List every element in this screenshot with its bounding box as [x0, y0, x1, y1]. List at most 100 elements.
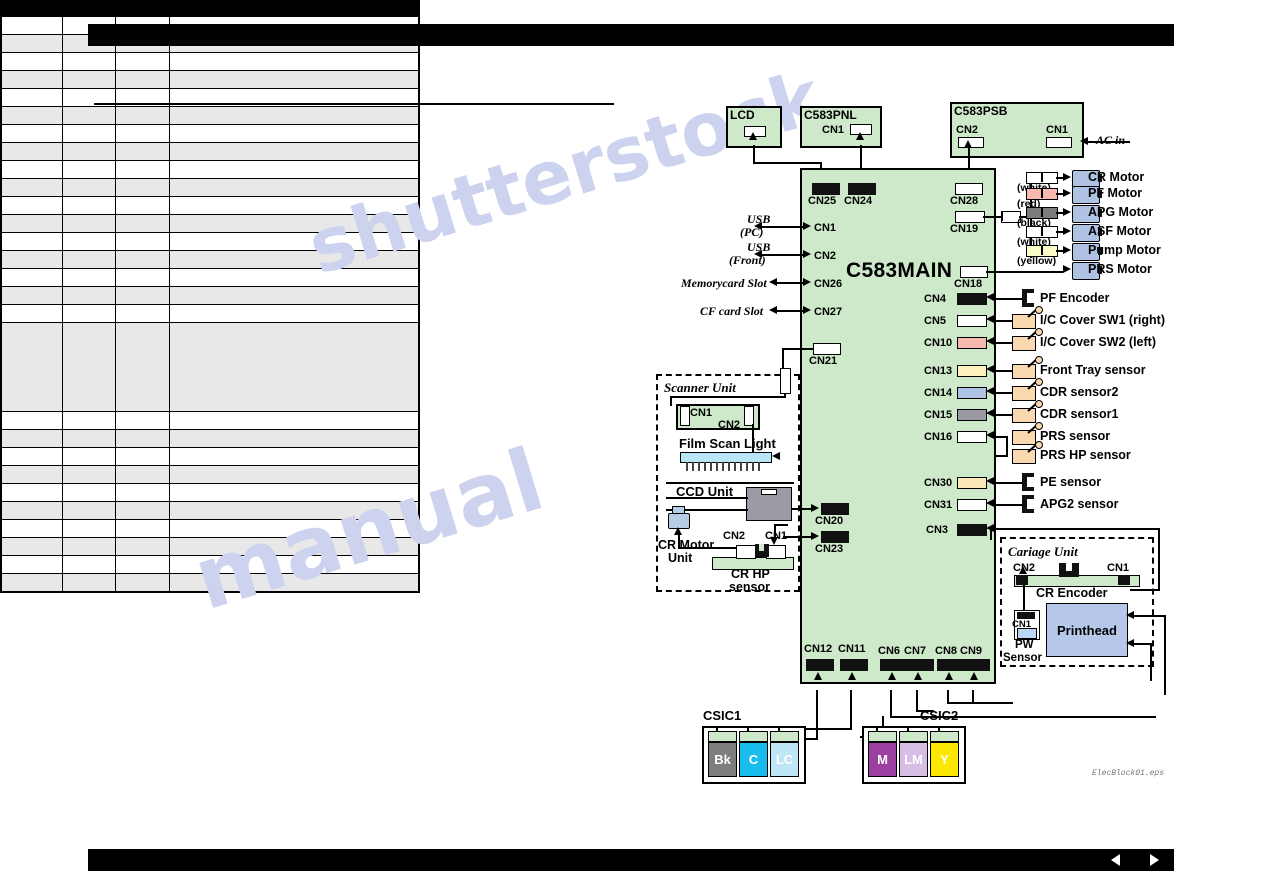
- pw-sensor-cn1-label: CN1: [1012, 619, 1032, 630]
- cn6-wire-v: [890, 690, 892, 718]
- sensor-wire: [994, 320, 1012, 322]
- sensor-connector: [957, 365, 987, 377]
- table-cell: [168, 196, 420, 215]
- table-row: [0, 519, 420, 538]
- board-c583pnl-label: C583PNL: [804, 108, 857, 122]
- main-cn20-connector: [821, 503, 849, 515]
- lcd-wire-v1: [753, 145, 755, 163]
- table-row: [0, 124, 420, 143]
- cr-encoder-arrow: [1019, 566, 1027, 574]
- main-cn21-connector: [813, 343, 841, 355]
- table-row: [0, 286, 420, 305]
- table-row: [0, 160, 420, 179]
- film-light-ray: [716, 462, 718, 471]
- ac-in-label: AC in: [1096, 133, 1126, 147]
- table-cell: [61, 304, 117, 323]
- table-cell: [0, 555, 63, 574]
- main-cn3-label: CN3: [926, 524, 949, 536]
- table-cell: [61, 519, 117, 538]
- cf-card-slot-label: CF card Slot: [700, 304, 764, 318]
- table-cell: [168, 304, 420, 323]
- carriage-unit-title: Cariage Unit: [1008, 544, 1078, 559]
- sensor-connector: [957, 409, 987, 421]
- main-cn25-connector: [812, 183, 840, 195]
- sensor-connector: [957, 293, 987, 305]
- photointerrupter-sensor: [1022, 289, 1035, 307]
- table-cell: [168, 447, 420, 466]
- footer-navigation[interactable]: [1096, 849, 1174, 871]
- main-bottom-connector-arrow: [945, 672, 953, 680]
- board-lcd-label: LCD: [730, 108, 755, 122]
- table-cell: [168, 124, 420, 143]
- table-cell: [168, 286, 420, 305]
- sensor-wire: [994, 392, 1012, 394]
- cf-card-arrow: [769, 306, 777, 314]
- main-cn28-label: CN28: [950, 195, 979, 207]
- triangle-right-icon[interactable]: [1150, 854, 1159, 866]
- table-cell: [115, 52, 170, 71]
- table-cell: [0, 106, 63, 125]
- sensor-wire: [994, 482, 1022, 484]
- main-bottom-connector-label: CN9: [960, 645, 983, 657]
- main-cn19-label: CN19: [950, 223, 979, 235]
- cr-encoder-label: CR Encoder: [1036, 586, 1108, 600]
- main-bottom-connector-arrow: [888, 672, 896, 680]
- sensor-wire: [994, 504, 1022, 506]
- main-cn24-label: CN24: [844, 195, 873, 207]
- cr-hp-sensor-label-2: sensor: [729, 580, 770, 594]
- main-cn21-wire-h: [782, 348, 814, 350]
- main-cn23-arrow: [811, 532, 819, 540]
- table-cell: [115, 268, 170, 287]
- scanner-film-connector: [780, 368, 791, 394]
- cn19-harness-wire: [983, 216, 1001, 218]
- table-cell: [115, 214, 170, 233]
- table-cell: [0, 429, 63, 448]
- film-scan-light-label: Film Scan Light: [679, 436, 776, 451]
- memorycard-arrow: [769, 278, 777, 286]
- printhead-wire-v1: [1164, 615, 1166, 695]
- main-cn2-arrow: [803, 250, 811, 258]
- motor-arrow: [1063, 265, 1071, 273]
- cn19-harness-divider: [1001, 211, 1003, 221]
- printhead-wire-h1: [1134, 615, 1166, 617]
- motor-wire-swatch-divider: [1041, 245, 1043, 255]
- cr-encoder-cn1-connector: [1118, 575, 1130, 585]
- table-cell: [115, 286, 170, 305]
- switch-sensor-body: [1012, 336, 1036, 351]
- sensor-connector-label: CN31: [924, 499, 953, 511]
- film-scan-light-arrow: [772, 452, 780, 460]
- table-cell: [0, 178, 63, 197]
- table-cell: [61, 447, 117, 466]
- motor-label: PRS Motor: [1088, 262, 1152, 276]
- sensor-label: I/C Cover SW1 (right): [1040, 313, 1166, 327]
- film-light-ray: [704, 462, 706, 471]
- table-cell: [168, 268, 420, 287]
- usb-front-label-line2: (Front): [729, 253, 766, 267]
- sensor-wire: [994, 414, 1012, 416]
- scanner-cn2-connector: [744, 406, 754, 426]
- table-cell: [168, 322, 420, 412]
- triangle-left-icon[interactable]: [1111, 854, 1120, 866]
- sensor-connector-label: CN30: [924, 477, 953, 489]
- sensor-connector: [957, 337, 987, 349]
- table-row: [0, 70, 420, 89]
- table-cell: [115, 447, 170, 466]
- printhead-wire-arrow-1: [1126, 611, 1134, 619]
- cr-motor-unit-label-2: Unit: [668, 551, 693, 565]
- table-cell: [0, 304, 63, 323]
- table-row: [0, 447, 420, 466]
- main-cn27-wire: [777, 310, 804, 312]
- ink-cartridge: C: [739, 742, 768, 777]
- table-row: [0, 196, 420, 215]
- table-row: [0, 555, 420, 574]
- lcd-wire-h: [753, 162, 821, 164]
- main-bottom-connector: [937, 659, 965, 671]
- table-row: [0, 501, 420, 520]
- table-cell: [115, 519, 170, 538]
- table-cell: [168, 250, 420, 269]
- main-cn19-connector: [955, 211, 985, 223]
- main-cn23-connector: [821, 531, 849, 543]
- table-cell: [0, 160, 63, 179]
- sensor-connector-label: CN14: [924, 387, 953, 399]
- c583pnl-cn1-label: CN1: [822, 124, 845, 136]
